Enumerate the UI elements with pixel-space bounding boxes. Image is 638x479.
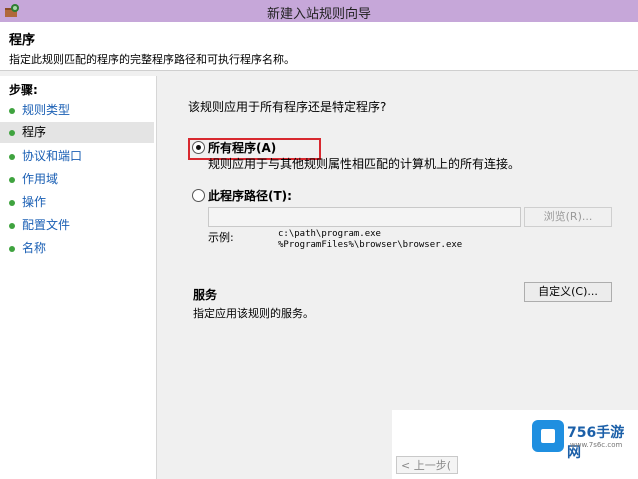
services-description: 指定应用该规则的服务。: [193, 307, 314, 320]
step-bullet-icon: [9, 246, 15, 252]
example-label: 示例:: [208, 231, 234, 244]
program-path-label[interactable]: 此程序路径(T):: [208, 187, 292, 204]
step-bullet-icon: [9, 177, 15, 183]
watermark-logo-icon: [532, 420, 564, 452]
step-label: 程序: [22, 125, 47, 139]
step-bullet-icon: [9, 223, 15, 229]
title-bar: 新建入站规则向导: [0, 0, 638, 22]
step-label: 名称: [22, 241, 47, 255]
steps-sidebar: 步骤: 规则类型 程序 协议和端口 作用域 操作 配置文件 名称: [0, 76, 157, 479]
step-label: 操作: [22, 195, 47, 209]
page-description: 指定此规则匹配的程序的完整程序路径和可执行程序名称。: [9, 53, 295, 66]
customize-button[interactable]: 自定义(C)...: [524, 282, 612, 302]
step-label: 作用域: [22, 172, 59, 186]
step-name[interactable]: 名称: [0, 238, 154, 259]
example-line: c:\path\program.exe: [278, 229, 381, 239]
example-line: %ProgramFiles%\browser\browser.exe: [278, 240, 463, 250]
wizard-header: 程序 指定此规则匹配的程序的完整程序路径和可执行程序名称。: [0, 22, 638, 71]
step-action[interactable]: 操作: [0, 192, 154, 213]
step-label: 协议和端口: [22, 149, 83, 163]
program-path-input[interactable]: [208, 207, 521, 227]
program-question: 该规则应用于所有程序还是特定程序?: [188, 100, 387, 114]
back-button[interactable]: < 上一步(: [396, 456, 458, 474]
step-label: 配置文件: [22, 218, 71, 232]
step-label: 规则类型: [22, 103, 71, 117]
watermark-url: www.7s6c.com: [570, 441, 623, 449]
page-title: 程序: [9, 33, 36, 48]
all-programs-description: 规则应用于与其他规则属性相匹配的计算机上的所有连接。: [208, 157, 521, 171]
browse-button[interactable]: 浏览(R)...: [524, 207, 612, 227]
step-bullet-icon: [9, 154, 15, 160]
step-profile[interactable]: 配置文件: [0, 215, 154, 236]
step-bullet-icon: [9, 130, 15, 136]
step-scope[interactable]: 作用域: [0, 169, 154, 190]
steps-title: 步骤:: [9, 83, 38, 97]
window-title: 新建入站规则向导: [266, 7, 371, 22]
step-rule-type[interactable]: 规则类型: [0, 100, 154, 121]
step-bullet-icon: [9, 200, 15, 206]
step-bullet-icon: [9, 108, 15, 114]
program-path-radio[interactable]: [192, 189, 205, 202]
step-protocol-ports[interactable]: 协议和端口: [0, 146, 154, 167]
services-title: 服务: [193, 288, 218, 302]
step-program[interactable]: 程序: [0, 122, 154, 143]
